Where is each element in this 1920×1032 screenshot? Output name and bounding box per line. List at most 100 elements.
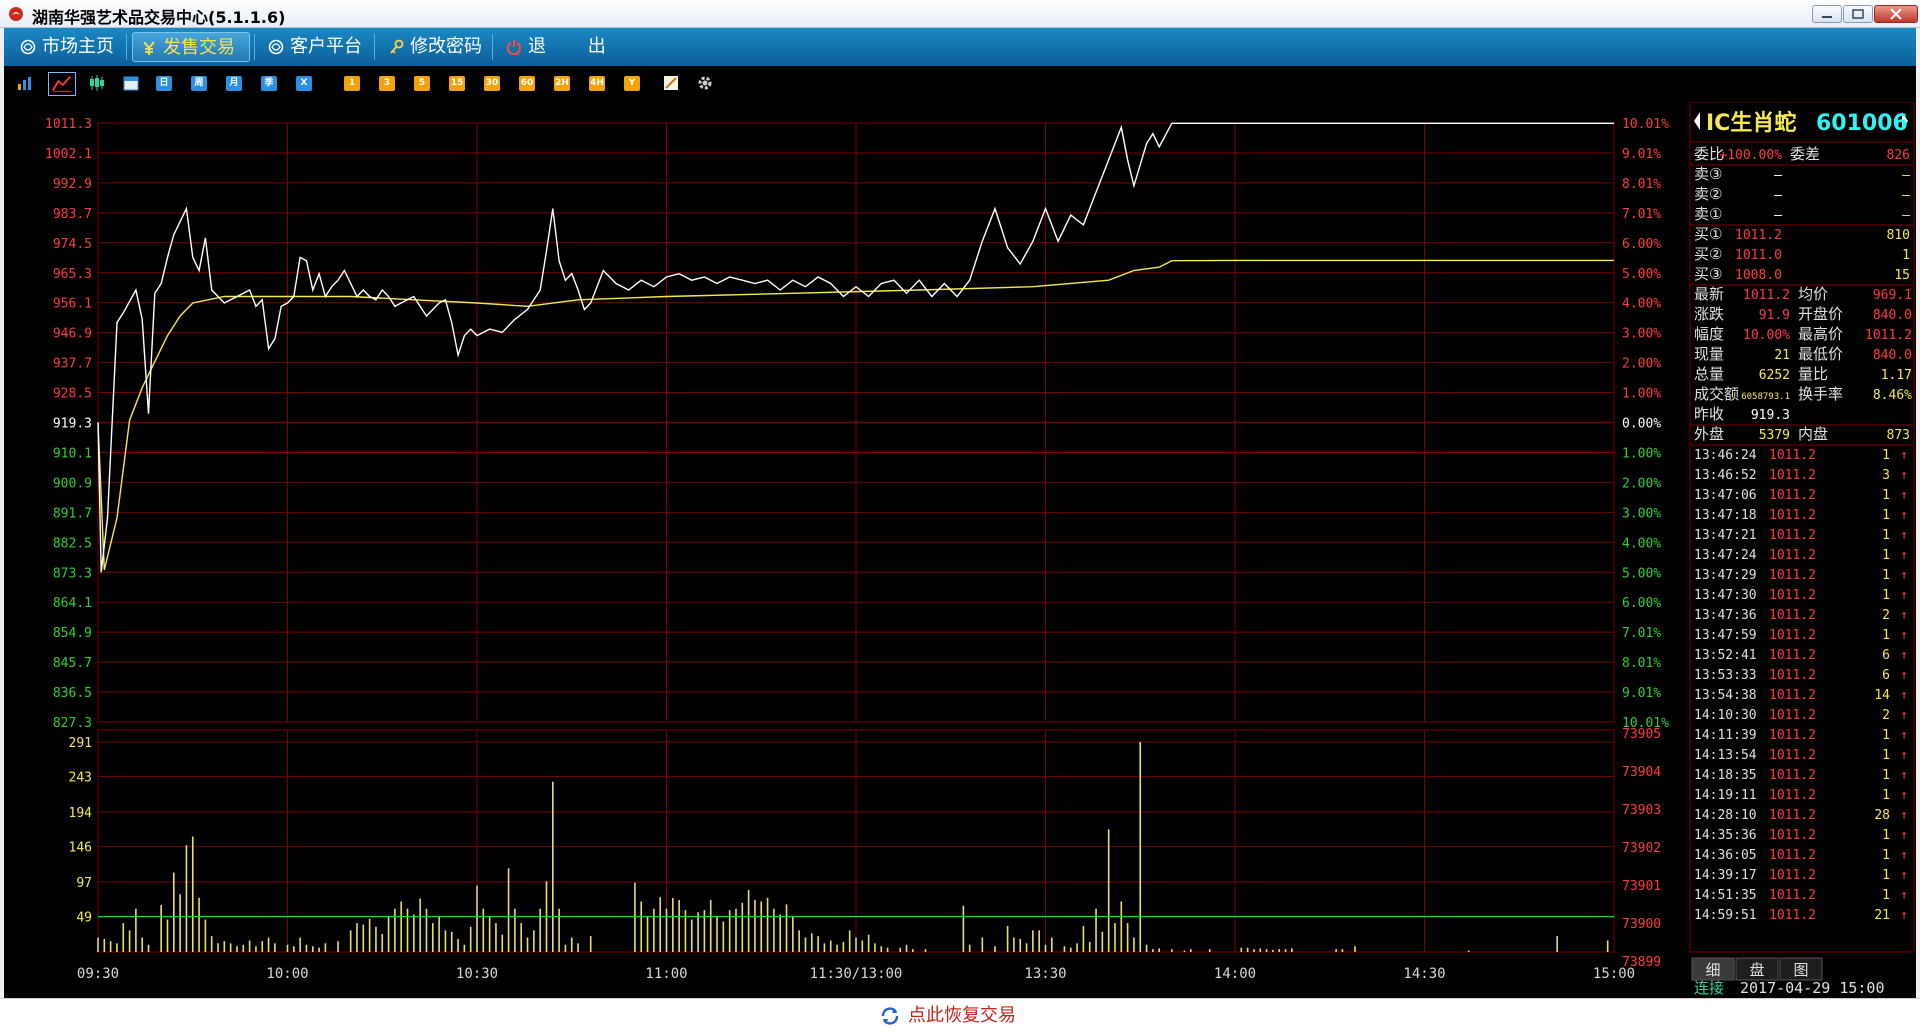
volume-tick-label: 243 <box>69 771 92 786</box>
price-tick-label: 891.7 <box>53 506 92 521</box>
price-tick-label: 836.5 <box>53 686 92 701</box>
bar-chart-icon[interactable] <box>16 74 34 92</box>
symbol-code: 601006 <box>1816 111 1908 136</box>
percent-tick-label: 9.01% <box>1622 686 1661 701</box>
nav-divider <box>374 34 375 60</box>
nav-market-home[interactable]: 市场主页 <box>12 32 122 62</box>
tick-up-arrow: ↑ <box>1900 588 1908 603</box>
sell-level-price: — <box>1774 208 1782 223</box>
tick-up-arrow: ↑ <box>1900 688 1908 703</box>
time-tick-label: 11:30/13:00 <box>810 966 903 982</box>
tick-time: 13:47:59 <box>1694 628 1757 643</box>
stat-value: 840.0 <box>1873 308 1912 323</box>
nav-client-platform[interactable]: 客户平台 <box>260 32 370 62</box>
power-icon <box>507 40 521 55</box>
minute-button-5[interactable]: 60 <box>519 76 535 91</box>
price-tick-label: 919.3 <box>53 417 92 432</box>
volume-right-tick-label: 73904 <box>1622 765 1661 780</box>
stat-label: 昨收 <box>1694 405 1724 423</box>
tick-time: 14:51:35 <box>1694 888 1757 903</box>
minute-button-0[interactable]: 1 <box>344 76 360 91</box>
tick-time: 14:36:05 <box>1694 848 1757 863</box>
period-button-0[interactable]: 日 <box>156 76 172 91</box>
tick-up-arrow: ↑ <box>1900 448 1908 463</box>
minute-button-3[interactable]: 15 <box>449 76 465 91</box>
stat-value: 6058793.1 <box>1741 392 1790 402</box>
tick-up-arrow: ↑ <box>1900 728 1908 743</box>
tick-volume: 1 <box>1882 848 1890 863</box>
outer-volume-value: 5379 <box>1759 428 1790 443</box>
buy-level-price: 1011.0 <box>1735 248 1782 263</box>
tick-volume: 6 <box>1882 668 1890 683</box>
tick-price: 1011.2 <box>1769 488 1816 503</box>
time-tick-label: 13:30 <box>1024 966 1066 982</box>
price-tick-label: 864.1 <box>53 596 92 611</box>
tick-time: 14:18:35 <box>1694 768 1757 783</box>
restore-trading-link[interactable]: 点此恢复交易 <box>880 1005 1016 1027</box>
maximize-button[interactable] <box>1843 5 1873 23</box>
tick-up-arrow: ↑ <box>1900 668 1908 683</box>
percent-tick-label: 7.01% <box>1622 626 1661 641</box>
tick-volume: 1 <box>1882 768 1890 783</box>
tick-volume: 14 <box>1874 688 1890 703</box>
price-tick-label: 974.5 <box>53 237 92 252</box>
minute-button-6[interactable]: 2H <box>554 76 570 91</box>
period-button-1[interactable]: 周 <box>191 76 207 91</box>
tick-time: 13:54:38 <box>1694 688 1757 703</box>
nav-label: 退 <box>528 36 546 57</box>
tick-price: 1011.2 <box>1769 628 1816 643</box>
minute-button-1[interactable]: 3 <box>379 76 395 91</box>
minimize-button[interactable] <box>1812 5 1842 23</box>
stat-label: 最新 <box>1694 285 1724 303</box>
stat-value: 919.3 <box>1751 408 1790 423</box>
stat-label: 换手率 <box>1798 385 1843 403</box>
tick-up-arrow: ↑ <box>1900 548 1908 563</box>
minute-button-7[interactable]: 4H <box>589 76 605 91</box>
buy-level-price: 1011.2 <box>1735 228 1782 243</box>
calendar-icon[interactable] <box>122 74 140 92</box>
nav-logout[interactable]: 退 出 <box>498 32 628 62</box>
candlestick-icon[interactable] <box>88 74 106 92</box>
nav-issue-trading[interactable]: 发售交易 <box>132 32 250 62</box>
maximize-icon <box>1852 9 1864 19</box>
panel-tab-label: 盘 <box>1749 961 1764 979</box>
tick-volume: 3 <box>1882 468 1890 483</box>
period-button-2[interactable]: 月 <box>226 76 242 91</box>
tick-volume: 1 <box>1882 568 1890 583</box>
stat-label: 量比 <box>1798 365 1828 383</box>
minute-button-4[interactable]: 30 <box>484 76 500 91</box>
tick-volume: 1 <box>1882 888 1890 903</box>
gear-icon[interactable] <box>696 74 714 92</box>
price-tick-label: 1002.1 <box>45 147 92 162</box>
tick-up-arrow: ↑ <box>1900 528 1908 543</box>
draw-icon[interactable] <box>662 74 680 92</box>
tick-up-arrow: ↑ <box>1900 488 1908 503</box>
line-chart-icon[interactable] <box>48 72 76 96</box>
tick-up-arrow: ↑ <box>1900 828 1908 843</box>
price-tick-label: 873.3 <box>53 566 92 581</box>
period-button-4[interactable]: X <box>296 76 312 91</box>
percent-tick-label: 8.01% <box>1622 656 1661 671</box>
minute-button-2[interactable]: 5 <box>414 76 430 91</box>
tick-time: 14:59:51 <box>1694 908 1757 923</box>
volume-tick-label: 194 <box>69 806 93 821</box>
stat-label: 最高价 <box>1798 325 1843 343</box>
intraday-chart[interactable]: 1011.3 10.01% 1002.1 9.01% 992.9 8.01% 983.7 7.… <box>4 102 1916 998</box>
tick-time: 13:47:30 <box>1694 588 1757 603</box>
tick-price: 1011.2 <box>1769 568 1816 583</box>
tick-time: 14:19:11 <box>1694 788 1757 803</box>
tick-up-arrow: ↑ <box>1900 808 1908 823</box>
stat-value: 21 <box>1774 348 1790 363</box>
nav-change-password[interactable]: 修改密码 <box>380 32 492 62</box>
tick-up-arrow: ↑ <box>1900 708 1908 723</box>
buy-level-volume: 15 <box>1894 268 1910 283</box>
tick-volume: 2 <box>1882 708 1890 723</box>
period-button-3[interactable]: 季 <box>261 76 277 91</box>
tick-volume: 1 <box>1882 588 1890 603</box>
tick-volume: 1 <box>1882 488 1890 503</box>
percent-tick-label: 7.01% <box>1622 207 1661 222</box>
price-tick-label: 946.9 <box>53 327 92 342</box>
close-button[interactable] <box>1874 5 1918 23</box>
tick-price: 1011.2 <box>1769 868 1816 883</box>
minute-button-8[interactable]: Y <box>624 76 640 91</box>
